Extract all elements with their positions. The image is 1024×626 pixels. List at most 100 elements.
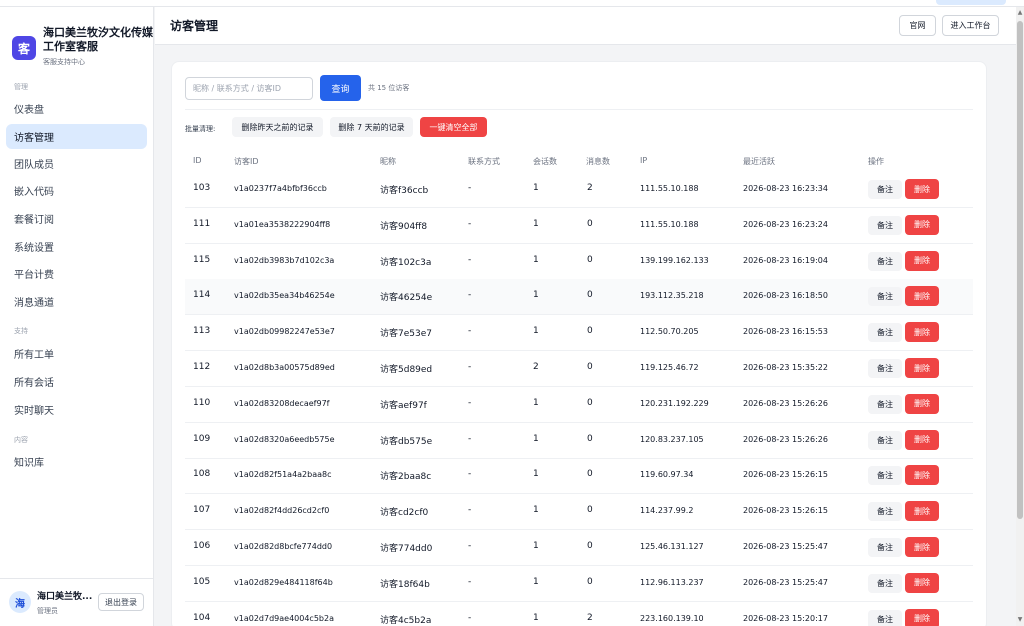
delete-button[interactable]: 删除 [905, 501, 939, 522]
note-button[interactable]: 备注 [868, 323, 902, 343]
delete-button[interactable]: 删除 [905, 250, 939, 271]
th-visitor-id: 访客ID [234, 157, 259, 166]
batch-clean-label: 批量清理: [185, 125, 216, 133]
scroll-thumb[interactable] [1017, 21, 1023, 519]
cell-sessions: 1 [533, 218, 539, 229]
cell-messages: 2 [587, 612, 593, 623]
header: 访客管理 官网 进入工作台 [155, 7, 1016, 45]
note-button[interactable]: 备注 [868, 538, 902, 557]
scroll-down-icon[interactable]: ▼ [1016, 616, 1024, 624]
table-row: 111 v1a01ea3538222904ff8 访客904ff8 - 1 0 111.55… [185, 208, 973, 244]
delete-button[interactable]: 删除 [905, 358, 939, 378]
note-button[interactable]: 备注 [868, 359, 902, 378]
delete-button[interactable]: 删除 [905, 572, 939, 593]
table-row: 107 v1a02d82f4dd26cd2cf0 访客cd2cf0 - 1 0 114.23… [185, 494, 973, 531]
delete-button[interactable]: 删除 [905, 179, 939, 199]
sidebar-item-subscription[interactable]: 套餐订阅 [6, 206, 147, 231]
cell-contact: - [468, 326, 472, 337]
th-contact: 联系方式 [468, 157, 500, 166]
cell-messages: 0 [587, 433, 593, 444]
cell-sessions: 1 [533, 397, 539, 408]
delete-button[interactable]: 删除 [905, 429, 939, 450]
cell-id: 107 [193, 505, 211, 516]
search-input[interactable] [185, 77, 313, 100]
note-button[interactable]: 备注 [868, 215, 902, 235]
sidebar-item-live-chat[interactable]: 实时聊天 [6, 397, 147, 422]
delete-before-yesterday-button[interactable]: 删除昨天之前的记录 [232, 117, 323, 137]
note-button[interactable]: 备注 [868, 609, 902, 626]
website-button[interactable]: 官网 [899, 15, 936, 36]
cell-nickname: 访客f36ccb [380, 186, 429, 196]
cell-nickname: 访客cd2cf0 [380, 508, 429, 519]
sidebar-item-team[interactable]: 团队成员 [6, 151, 147, 176]
cell-ip: 114.237.99.2 [640, 506, 694, 516]
cell-id: 115 [193, 254, 211, 265]
cell-messages: 0 [587, 290, 593, 301]
table-row: 106 v1a02d82d8bcfe774dd0 访客774dd0 - 1 0 125.46… [185, 530, 973, 566]
sidebar-item-visitors[interactable]: 访客管理 [6, 124, 147, 149]
cell-messages: 0 [587, 469, 593, 480]
cell-visitor-id: v1a02db09982247e53e7 [234, 327, 335, 337]
th-messages: 消息数 [586, 157, 610, 166]
cell-nickname: 访客102c3a [380, 257, 432, 268]
sidebar-item-embed-code[interactable]: 嵌入代码 [6, 178, 147, 203]
sidebar-item-dashboard[interactable]: 仪表盘 [6, 96, 147, 121]
cell-nickname: 访客5d89ed [380, 365, 433, 375]
cell-last-active: 2026-08-23 15:35:22 [743, 363, 828, 372]
sidebar-item-settings[interactable]: 系统设置 [6, 234, 147, 259]
note-button[interactable]: 备注 [868, 466, 902, 486]
cell-nickname: 访客db575e [380, 436, 433, 447]
delete-button[interactable]: 删除 [905, 322, 939, 343]
user-role: 管理员 [37, 607, 58, 615]
th-id: ID [193, 156, 202, 165]
cell-messages: 0 [587, 541, 593, 551]
note-button[interactable]: 备注 [868, 573, 902, 593]
logout-button[interactable]: 退出登录 [98, 593, 144, 611]
delete-7-days-button[interactable]: 删除 7 天前的记录 [330, 117, 413, 137]
cell-nickname: 访客774dd0 [380, 544, 433, 554]
note-button[interactable]: 备注 [868, 502, 902, 522]
cell-visitor-id: v1a02d8320a6eedb575e [234, 434, 335, 444]
cell-messages: 0 [587, 254, 593, 265]
cell-sessions: 1 [533, 469, 539, 480]
workspace-button[interactable]: 进入工作台 [942, 15, 999, 36]
note-button[interactable]: 备注 [868, 180, 902, 199]
note-button[interactable]: 备注 [868, 430, 902, 450]
cell-ip: 111.55.10.188 [640, 184, 699, 193]
cell-id: 105 [193, 576, 211, 587]
sidebar-item-sessions[interactable]: 所有会话 [6, 369, 147, 394]
cell-sessions: 1 [533, 290, 539, 301]
cell-contact: - [468, 397, 472, 408]
delete-button[interactable]: 删除 [905, 393, 939, 414]
note-button[interactable]: 备注 [868, 394, 902, 414]
table-row: 104 v1a02d7d9ae4004c5b2a 访客4c5b2a - 1 2 223.16… [185, 602, 973, 626]
cell-nickname: 访客18f64b [380, 579, 430, 590]
cell-sessions: 2 [533, 362, 539, 372]
page-scrollbar[interactable]: ▲ ▼ [1016, 7, 1024, 626]
cell-messages: 0 [587, 326, 593, 337]
section-label-manage: 管理 [14, 83, 28, 91]
cell-messages: 0 [587, 218, 593, 229]
clear-all-button[interactable]: 一键清空全部 [420, 117, 487, 137]
note-button[interactable]: 备注 [868, 251, 902, 271]
delete-button[interactable]: 删除 [905, 286, 939, 307]
sidebar: 客 海口美兰牧汐文化传媒工作室客服 客服支持中心 管理 仪表盘 访客管理 团队成… [0, 7, 154, 626]
cell-id: 113 [193, 326, 211, 337]
note-button[interactable]: 备注 [868, 287, 902, 307]
cell-ip: 120.83.237.105 [640, 434, 704, 444]
delete-button[interactable]: 删除 [905, 537, 939, 557]
delete-button[interactable]: 删除 [905, 608, 939, 626]
sidebar-item-knowledge-base[interactable]: 知识库 [6, 449, 147, 474]
sidebar-item-tickets[interactable]: 所有工单 [6, 341, 147, 366]
delete-button[interactable]: 删除 [905, 465, 939, 486]
query-button[interactable]: 查询 [320, 75, 361, 101]
cell-contact: - [468, 433, 472, 444]
scroll-up-icon[interactable]: ▲ [1016, 9, 1024, 17]
sidebar-item-billing[interactable]: 平台计费 [6, 261, 147, 286]
user-name: 海口美兰牧... [37, 592, 93, 602]
sidebar-item-channels[interactable]: 消息通道 [6, 289, 147, 314]
cell-last-active: 2026-08-23 16:23:24 [743, 219, 828, 229]
delete-button[interactable]: 删除 [905, 214, 939, 235]
cell-visitor-id: v1a02d7d9ae4004c5b2a [234, 613, 334, 623]
cell-id: 106 [193, 541, 211, 551]
